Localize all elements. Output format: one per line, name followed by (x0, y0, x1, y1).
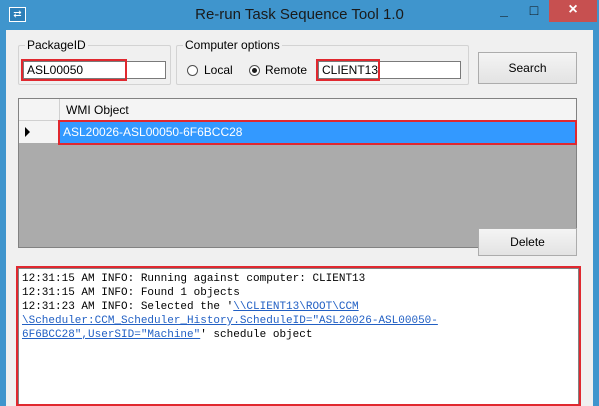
log-line: 12:31:23 AM INFO: Selected the '\\CLIENT… (22, 300, 359, 314)
local-radio-label[interactable]: Local (204, 63, 233, 77)
search-button[interactable]: Search (478, 52, 577, 84)
package-id-input[interactable]: ASL00050 (23, 61, 166, 79)
row-selector[interactable] (19, 121, 60, 143)
wmi-path-link[interactable]: 6F6BCC28",UserSID="Machine" (22, 329, 200, 341)
computer-name-input[interactable]: CLIENT13 (318, 61, 461, 79)
log-output[interactable]: 12:31:15 AM INFO: Running against comput… (18, 268, 579, 406)
maximize-button[interactable]: □ (519, 0, 549, 22)
log-line-suffix: ' schedule object (200, 329, 313, 341)
delete-button[interactable]: Delete (478, 228, 577, 256)
wmi-object-cell[interactable]: ASL20026-ASL00050-6F6BCC28 (60, 121, 576, 143)
log-line: 6F6BCC28",UserSID="Machine"' schedule ob… (22, 328, 312, 342)
computer-options-legend: Computer options (183, 38, 282, 52)
grid-corner-header (19, 99, 60, 121)
close-button[interactable]: × (549, 0, 597, 22)
wmi-path-link[interactable]: \Scheduler:CCM_Scheduler_History.Schedul… (22, 315, 438, 327)
log-line: 12:31:15 AM INFO: Found 1 objects (22, 287, 240, 299)
window-frame-right (593, 30, 599, 406)
log-line: 12:31:15 AM INFO: Running against comput… (22, 273, 366, 285)
log-line: \Scheduler:CCM_Scheduler_History.Schedul… (22, 314, 438, 328)
remote-radio[interactable] (249, 65, 260, 76)
wmi-object-column-header[interactable]: WMI Object (60, 99, 576, 121)
window-client-area: PackageID ASL00050 Computer options Loca… (6, 30, 593, 406)
package-id-legend: PackageID (25, 38, 88, 52)
log-line-prefix: 12:31:23 AM INFO: Selected the ' (22, 301, 234, 313)
minimize-button[interactable]: _ (489, 0, 519, 22)
local-radio[interactable] (187, 65, 198, 76)
current-row-arrow-icon (25, 127, 30, 137)
title-bar: ⇄ Re-run Task Sequence Tool 1.0 _ □ × (0, 0, 599, 30)
wmi-object-grid[interactable]: WMI Object ASL20026-ASL00050-6F6BCC28 (18, 98, 577, 248)
wmi-path-link[interactable]: \\CLIENT13\ROOT\CCM (233, 301, 358, 313)
remote-radio-label[interactable]: Remote (265, 63, 307, 77)
